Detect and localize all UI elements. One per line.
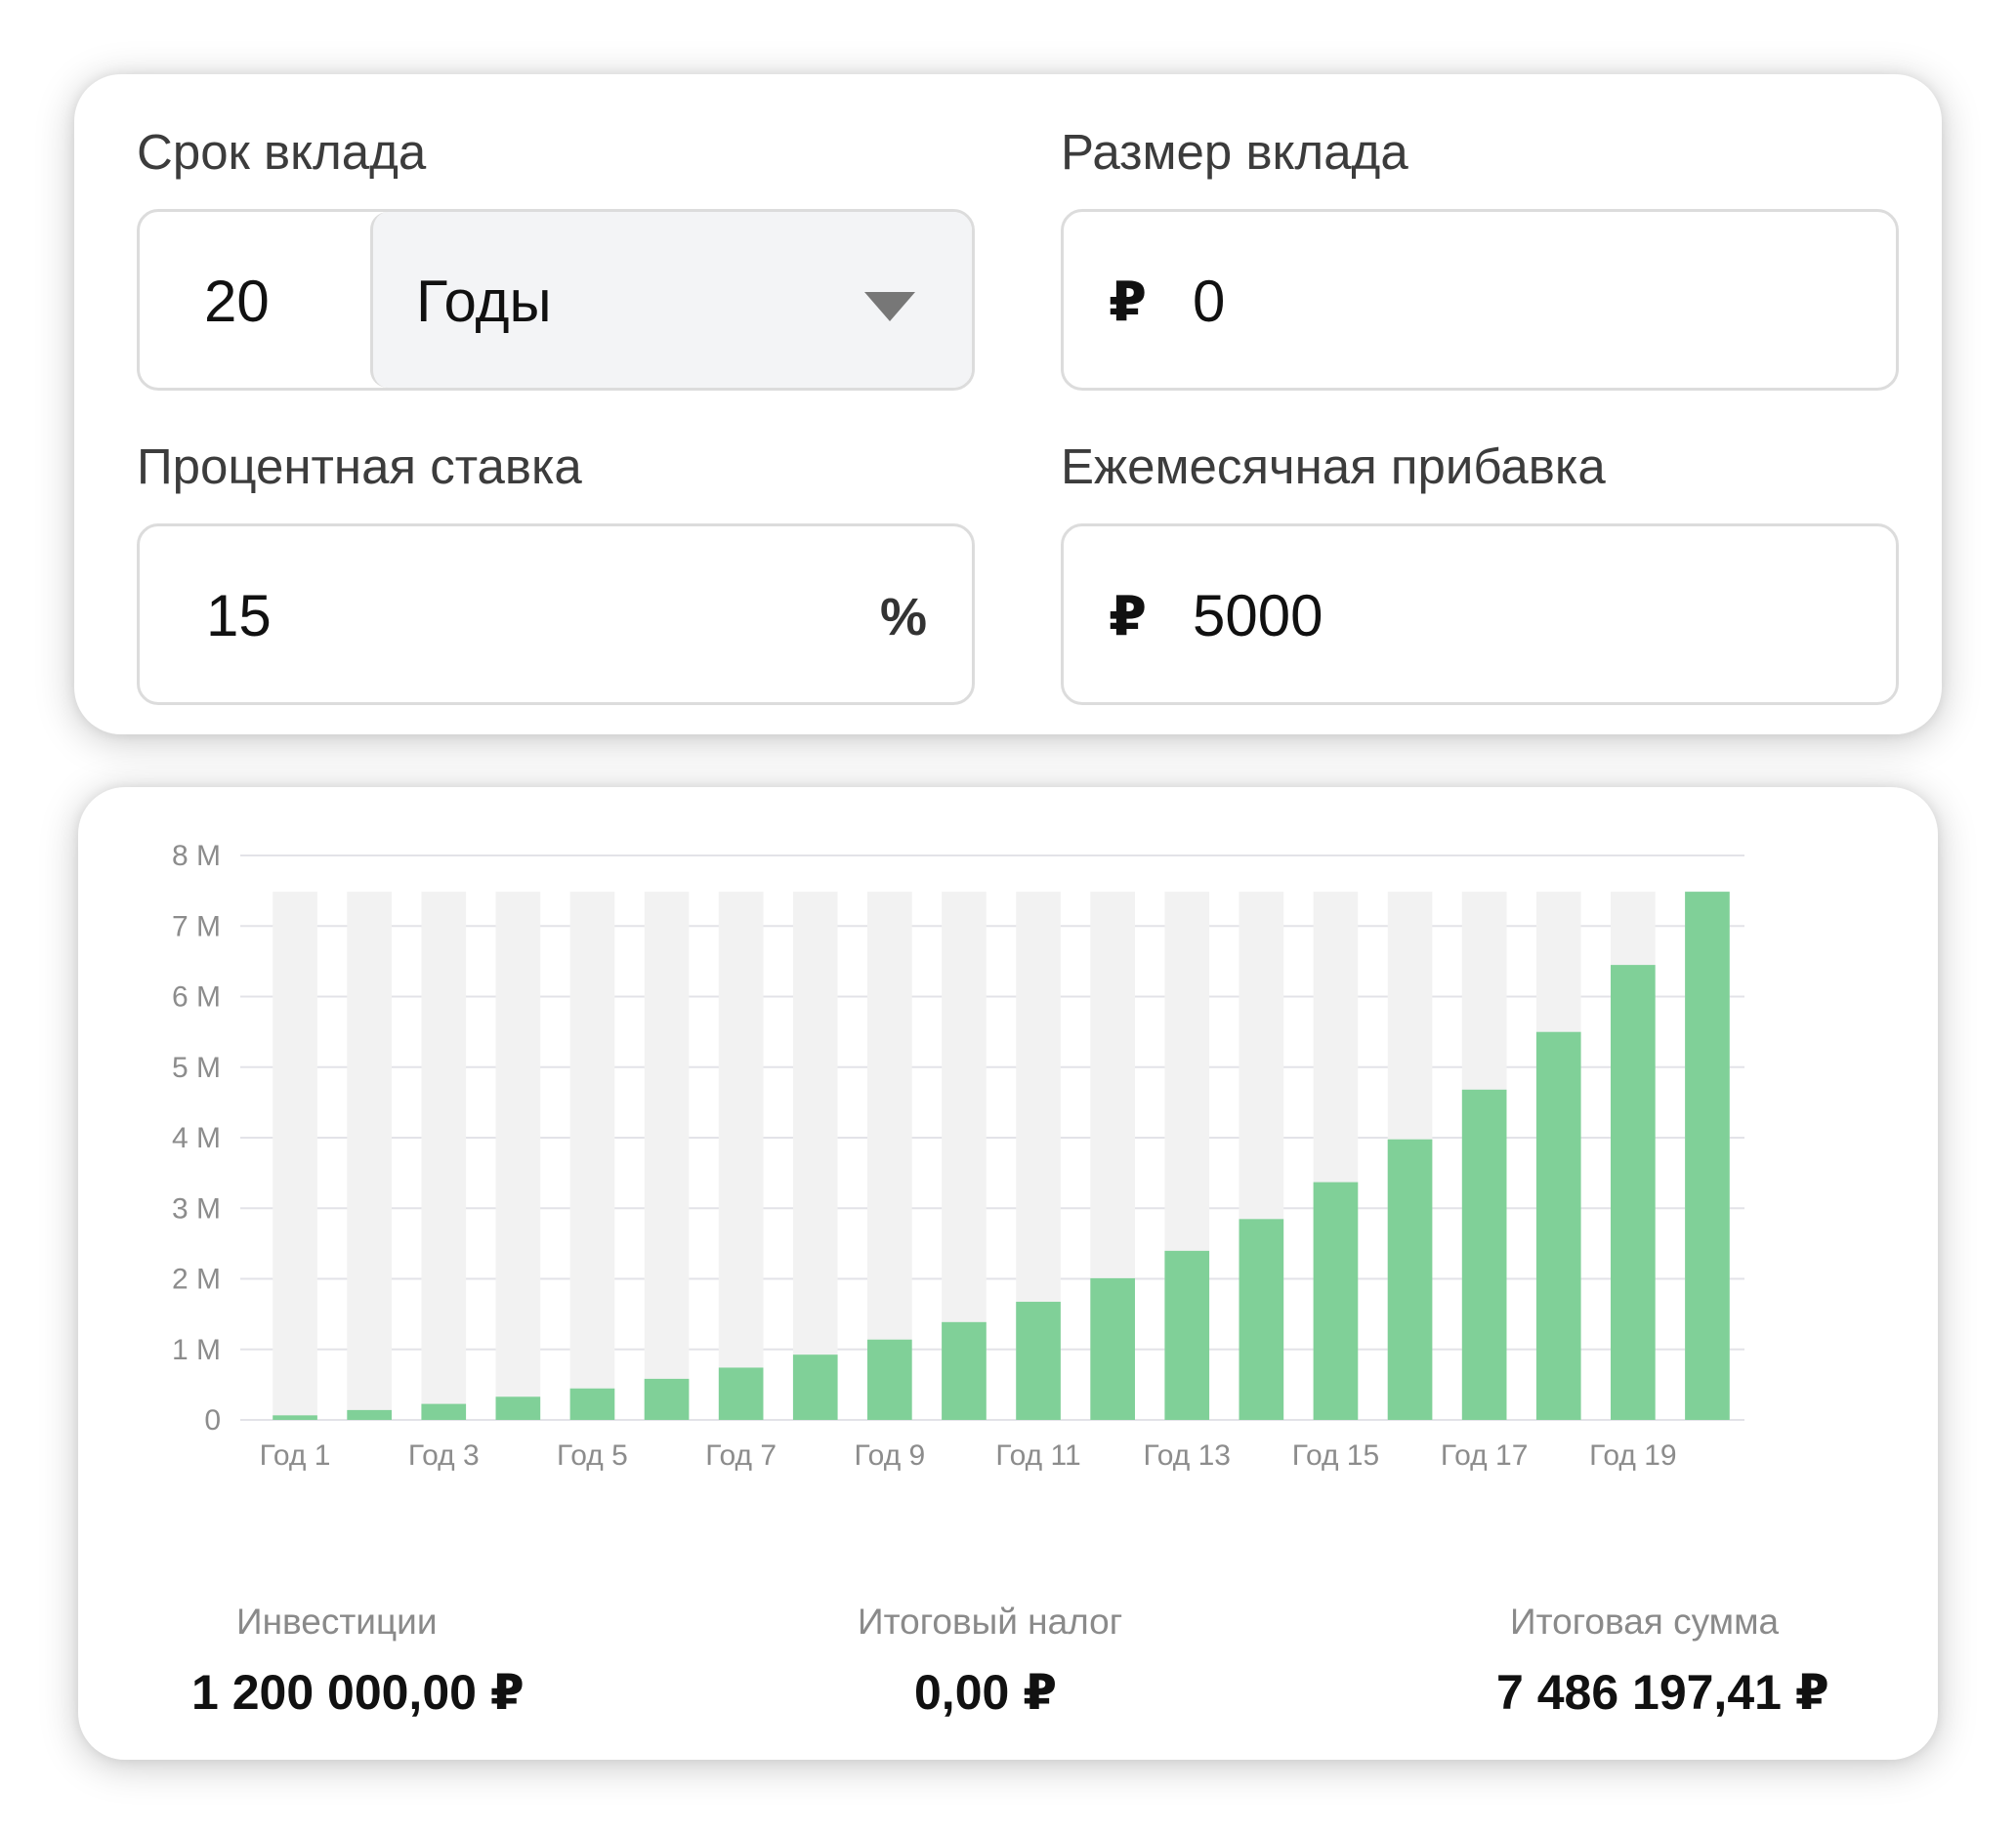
bar — [942, 1321, 987, 1420]
amount-input[interactable]: 0 — [1193, 272, 1225, 331]
term-field: 20 Годы — [137, 209, 975, 391]
bar — [1164, 1250, 1210, 1420]
bar — [867, 1339, 912, 1420]
rate-label: Процентная ставка — [137, 438, 582, 494]
x-tick-label: Год 11 — [995, 1439, 1080, 1472]
x-tick-label: Год 17 — [1441, 1439, 1528, 1472]
bar-background — [273, 892, 317, 1420]
tax-label: Итоговый налог — [858, 1602, 1123, 1642]
term-input[interactable]: 20 — [204, 272, 270, 331]
bar-background — [792, 892, 838, 1420]
bar — [1016, 1302, 1061, 1420]
growth-bar-chart: 0 1 M 2 M 3 M 4 M 5 M 6 M 7 M 8 M Год 1 Год 3 Год 5… — [172, 840, 1744, 1472]
bar — [792, 1354, 838, 1420]
bar — [421, 1403, 467, 1420]
monthly-label: Ежемесячная прибавка — [1061, 438, 1606, 494]
bar — [1090, 1277, 1135, 1420]
term-unit-select[interactable]: Годы — [370, 212, 972, 388]
y-tick-label: 1 M — [172, 1334, 221, 1366]
bar-background — [718, 892, 764, 1420]
rate-field[interactable]: 15 % — [137, 523, 975, 705]
term-label: Срок вклада — [137, 124, 427, 180]
bar — [1461, 1089, 1507, 1420]
y-tick-label: 6 M — [172, 981, 221, 1014]
investments-value: 1 200 000,00 ₽ — [191, 1665, 525, 1720]
monthly-field[interactable]: ₽ 5000 — [1061, 523, 1899, 705]
x-tick-label: Год 15 — [1292, 1439, 1379, 1472]
rate-input[interactable]: 15 — [206, 587, 272, 646]
bar-background — [347, 892, 392, 1420]
bar — [1685, 892, 1730, 1420]
x-tick-label: Год 1 — [260, 1439, 331, 1472]
bar-background — [644, 892, 690, 1420]
bar — [1387, 1139, 1433, 1420]
bar — [1239, 1219, 1284, 1420]
bar — [1535, 1031, 1581, 1420]
y-tick-label: 4 M — [172, 1122, 221, 1154]
y-tick-label: 0 — [204, 1404, 221, 1437]
chevron-down-icon[interactable] — [864, 292, 915, 321]
bar-background — [569, 892, 615, 1420]
percent-suffix: % — [879, 588, 927, 646]
investments-label: Инвестиции — [236, 1602, 438, 1642]
bar-background — [495, 892, 541, 1420]
bar — [495, 1396, 541, 1420]
x-tick-label: Год 19 — [1589, 1439, 1676, 1472]
y-tick-label: 2 M — [172, 1264, 221, 1296]
x-tick-label: Год 3 — [408, 1439, 480, 1472]
y-tick-label: 8 M — [172, 840, 221, 872]
x-tick-label: Год 13 — [1144, 1439, 1231, 1472]
total-label: Итоговая сумма — [1510, 1602, 1780, 1642]
term-unit-selected: Годы — [416, 269, 552, 334]
bar — [273, 1415, 317, 1420]
bar — [1313, 1182, 1359, 1420]
ruble-icon: ₽ — [1109, 585, 1147, 646]
x-tick-label: Год 7 — [705, 1439, 777, 1472]
monthly-input[interactable]: 5000 — [1193, 587, 1323, 646]
deposit-form-card: Срок вклада 20 Годы Размер вклада ₽ 0 Пр… — [74, 74, 1942, 734]
y-tick-label: 5 M — [172, 1052, 221, 1084]
y-tick-label: 3 M — [172, 1192, 221, 1225]
bar — [718, 1367, 764, 1420]
tax-value: 0,00 ₽ — [914, 1665, 1057, 1720]
result-card: 0 1 M 2 M 3 M 4 M 5 M 6 M 7 M 8 M Год 1 Год 3 Год 5… — [78, 787, 1938, 1760]
bar — [569, 1388, 615, 1420]
x-tick-label: Год 5 — [557, 1439, 628, 1472]
bar-background — [421, 892, 467, 1420]
x-tick-label: Год 9 — [854, 1439, 925, 1472]
amount-label: Размер вклада — [1061, 124, 1408, 180]
bar — [1611, 965, 1656, 1420]
bar — [644, 1378, 690, 1420]
y-tick-label: 7 M — [172, 910, 221, 942]
bar — [347, 1409, 392, 1420]
amount-field[interactable]: ₽ 0 — [1061, 209, 1899, 391]
ruble-icon: ₽ — [1109, 271, 1147, 332]
total-value: 7 486 197,41 ₽ — [1496, 1665, 1829, 1720]
